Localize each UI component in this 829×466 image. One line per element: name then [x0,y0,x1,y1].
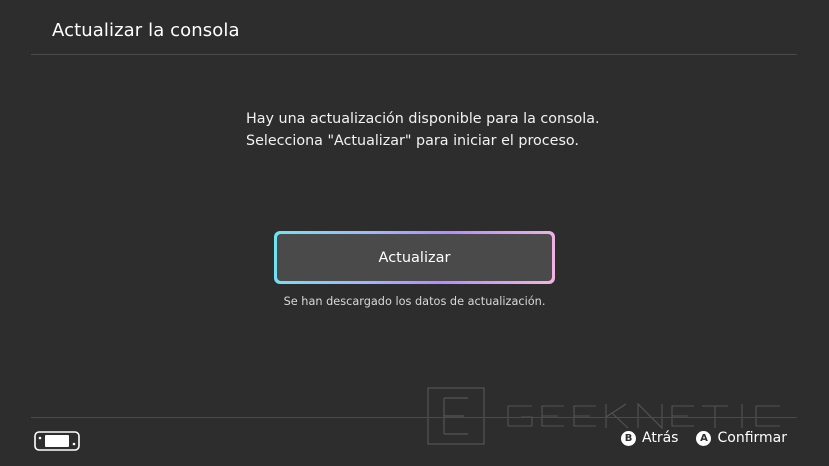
page-title: Actualizar la consola [52,20,240,41]
update-button-label: Actualizar [277,234,552,281]
footer-divider [31,417,797,418]
update-message-line-2: Selecciona "Actualizar" para iniciar el … [246,133,579,149]
header-divider [31,54,797,55]
back-hint[interactable]: B Atrás [621,430,678,446]
b-button-icon: B [621,430,637,446]
update-message-line-1: Hay una actualización disponible para la… [246,111,600,127]
footer-actions: B Atrás A Confirmar [621,430,787,446]
update-button[interactable]: Actualizar [274,231,555,284]
update-downloaded-note: Se han descargado los datos de actualiza… [283,295,546,308]
confirm-hint[interactable]: A Confirmar [696,430,787,446]
back-label: Atrás [642,430,679,446]
confirm-label: Confirmar [717,430,787,446]
a-button-icon: A [696,430,712,446]
handheld-console-icon [34,431,80,451]
update-message: Hay una actualización disponible para la… [246,108,600,152]
